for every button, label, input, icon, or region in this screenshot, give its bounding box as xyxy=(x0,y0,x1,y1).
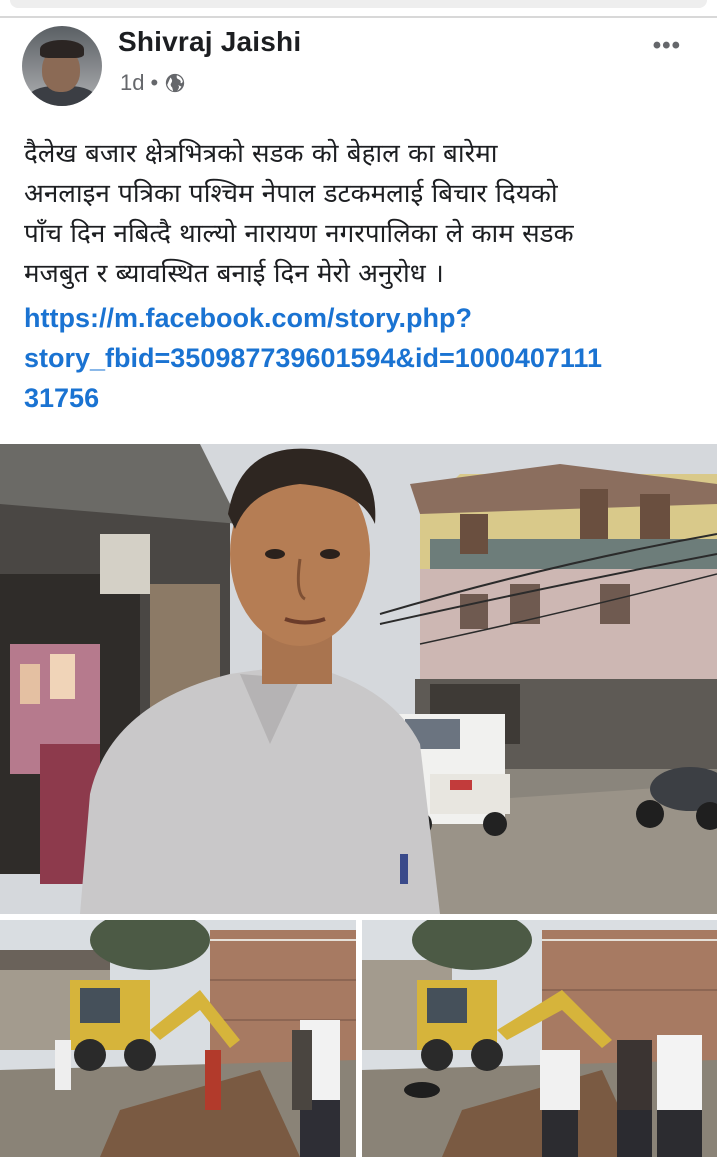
post-text-line: पाँच दिन नबित्दै थाल्यो नारायण नगरपालिका… xyxy=(24,219,574,249)
post-body: दैलेख बजार क्षेत्रभित्रको सडक को बेहाल क… xyxy=(24,134,714,294)
photo-left-scene xyxy=(0,920,356,1157)
avatar[interactable] xyxy=(22,26,102,106)
more-options-icon[interactable]: ••• xyxy=(653,32,681,60)
post-photo-main[interactable] xyxy=(0,444,717,914)
post-header: Shivraj Jaishi 1d • ••• xyxy=(0,18,717,118)
top-pill xyxy=(10,0,707,8)
photo-right-scene xyxy=(362,920,717,1157)
post-text-line: दैलेख बजार क्षेत्रभित्रको सडक को बेहाल क… xyxy=(24,139,498,169)
post-photo-tertiary[interactable] xyxy=(362,920,717,1157)
post-photo-secondary[interactable] xyxy=(0,920,356,1157)
post-meta: 1d • xyxy=(120,70,186,96)
status-area xyxy=(0,0,717,18)
avatar-hair xyxy=(40,40,84,58)
post-time[interactable]: 1d xyxy=(120,70,144,96)
post-link-line[interactable]: 31756 xyxy=(24,378,602,418)
post-text-line: अनलाइन पत्रिका पश्चिम नेपाल डटकमलाई बिचा… xyxy=(24,179,558,209)
photo-main-scene xyxy=(0,444,717,914)
meta-separator: • xyxy=(150,70,159,95)
post-link-line[interactable]: https://m.facebook.com/story.php? xyxy=(24,298,602,338)
post-text-line: मजबुत र ब्यावस्थित बनाई दिन मेरो अनुरोध … xyxy=(24,259,444,289)
author-name[interactable]: Shivraj Jaishi xyxy=(118,26,301,58)
globe-icon[interactable] xyxy=(164,72,186,94)
post-link[interactable]: https://m.facebook.com/story.php? story_… xyxy=(24,298,602,418)
post-link-line[interactable]: story_fbid=350987739601594&id=1000407111 xyxy=(24,338,602,378)
